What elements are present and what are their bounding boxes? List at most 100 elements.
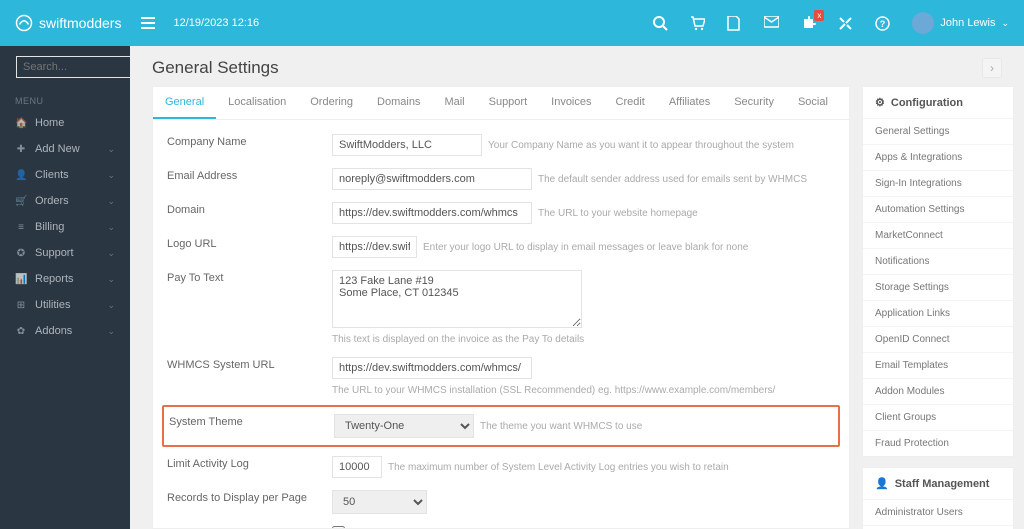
sidebar-item-reports[interactable]: 📊Reports⌄ — [0, 266, 130, 292]
logo-url-input[interactable] — [332, 236, 417, 258]
nav-icon: ⊞ — [15, 300, 27, 311]
email-hint: The default sender address used for emai… — [538, 174, 807, 185]
staff-section: 👤Staff Management Administrator UsersAdm… — [862, 467, 1014, 529]
sidebar-item-utilities[interactable]: ⊞Utilities⌄ — [0, 292, 130, 318]
topbar: swiftmodders 12/19/2023 12:16 x ? John L… — [0, 0, 1024, 46]
config-link-fraud-protection[interactable]: Fraud Protection — [863, 430, 1013, 456]
chevron-down-icon: ⌄ — [107, 170, 115, 181]
staff-link-administrator-users[interactable]: Administrator Users — [863, 499, 1013, 525]
theme-hint: The theme you want WHMCS to use — [480, 421, 642, 432]
user-menu[interactable]: John Lewis ⌄ — [912, 12, 1009, 34]
datetime: 12/19/2023 12:16 — [173, 17, 259, 29]
tab-credit[interactable]: Credit — [604, 87, 657, 119]
tab-other[interactable]: Other — [840, 87, 850, 119]
staff-link-administrator-roles[interactable]: Administrator Roles — [863, 525, 1013, 529]
system-url-label: WHMCS System URL — [167, 357, 332, 396]
config-link-marketconnect[interactable]: MarketConnect — [863, 222, 1013, 248]
config-link-storage-settings[interactable]: Storage Settings — [863, 274, 1013, 300]
svg-text:?: ? — [880, 19, 886, 29]
nav-icon: 🛒 — [15, 196, 27, 207]
sidebar-item-clients[interactable]: 👤Clients⌄ — [0, 162, 130, 188]
config-link-apps-integrations[interactable]: Apps & Integrations — [863, 144, 1013, 170]
activity-log-label: Limit Activity Log — [167, 456, 332, 478]
payto-textarea[interactable] — [332, 270, 582, 328]
sidebar-item-orders[interactable]: 🛒Orders⌄ — [0, 188, 130, 214]
collapse-sidepanel-button[interactable]: › — [982, 58, 1002, 78]
tab-localisation[interactable]: Localisation — [216, 87, 298, 119]
config-link-addon-modules[interactable]: Addon Modules — [863, 378, 1013, 404]
config-link-automation-settings[interactable]: Automation Settings — [863, 196, 1013, 222]
tab-support[interactable]: Support — [477, 87, 540, 119]
maint-mode-text: Check to enable - prevents client area a… — [351, 527, 645, 529]
config-link-client-groups[interactable]: Client Groups — [863, 404, 1013, 430]
search-icon[interactable] — [653, 16, 668, 31]
nav-icon: ≡ — [15, 222, 27, 233]
tab-mail[interactable]: Mail — [432, 87, 476, 119]
maint-mode-label: Maintenance Mode — [167, 526, 332, 528]
config-link-email-templates[interactable]: Email Templates — [863, 352, 1013, 378]
nav-icon: 📊 — [15, 274, 27, 285]
file-icon[interactable] — [727, 16, 742, 31]
configuration-section: ⚙Configuration General SettingsApps & In… — [862, 86, 1014, 457]
config-link-sign-in-integrations[interactable]: Sign-In Integrations — [863, 170, 1013, 196]
user-icon: 👤 — [875, 477, 889, 490]
cart-icon[interactable] — [690, 16, 705, 31]
chevron-down-icon: ⌄ — [107, 248, 115, 259]
menu-toggle[interactable] — [141, 17, 155, 29]
domain-hint: The URL to your website homepage — [538, 208, 698, 219]
nav-icon: ✚ — [15, 144, 27, 155]
company-name-label: Company Name — [167, 134, 332, 156]
brand-icon — [15, 14, 33, 32]
avatar — [912, 12, 934, 34]
chevron-down-icon: ⌄ — [107, 300, 115, 311]
settings-form-panel: GeneralLocalisationOrderingDomainsMailSu… — [152, 86, 850, 529]
config-link-application-links[interactable]: Application Links — [863, 300, 1013, 326]
chevron-down-icon: ⌄ — [107, 222, 115, 233]
tab-ordering[interactable]: Ordering — [298, 87, 365, 119]
tab-general[interactable]: General — [153, 87, 216, 119]
theme-label: System Theme — [169, 414, 334, 438]
payto-label: Pay To Text — [167, 270, 332, 345]
config-link-notifications[interactable]: Notifications — [863, 248, 1013, 274]
tab-social[interactable]: Social — [786, 87, 840, 119]
tab-invoices[interactable]: Invoices — [539, 87, 603, 119]
sidebar-item-support[interactable]: ✪Support⌄ — [0, 240, 130, 266]
maint-mode-checkbox[interactable] — [332, 526, 345, 528]
tab-security[interactable]: Security — [722, 87, 786, 119]
domain-input[interactable] — [332, 202, 532, 224]
activity-log-hint: The maximum number of System Level Activ… — [388, 462, 729, 473]
menu-label: MENU — [0, 88, 130, 110]
system-url-hint: The URL to your WHMCS installation (SSL … — [332, 385, 835, 396]
theme-select[interactable]: Twenty-One — [334, 414, 474, 438]
tab-affiliates[interactable]: Affiliates — [657, 87, 722, 119]
config-link-general-settings[interactable]: General Settings — [863, 118, 1013, 144]
activity-log-input[interactable] — [332, 456, 382, 478]
chevron-down-icon: ⌄ — [107, 274, 115, 285]
tab-domains[interactable]: Domains — [365, 87, 432, 119]
chevron-down-icon: ⌄ — [107, 196, 115, 207]
email-label: Email Address — [167, 168, 332, 190]
logo-url-hint: Enter your logo URL to display in email … — [423, 242, 748, 253]
mail-icon[interactable] — [764, 16, 779, 31]
domain-label: Domain — [167, 202, 332, 224]
sidebar-item-billing[interactable]: ≡Billing⌄ — [0, 214, 130, 240]
brand-logo[interactable]: swiftmodders — [15, 14, 121, 32]
chevron-down-icon: ⌄ — [107, 144, 115, 155]
help-icon[interactable]: ? — [875, 16, 890, 31]
nav-icon: 🏠 — [15, 118, 27, 129]
sidebar-item-home[interactable]: 🏠Home — [0, 110, 130, 136]
config-link-openid-connect[interactable]: OpenID Connect — [863, 326, 1013, 352]
sidebar-item-add-new[interactable]: ✚Add New⌄ — [0, 136, 130, 162]
puzzle-icon[interactable]: x — [801, 16, 816, 31]
nav-icon: ✪ — [15, 248, 27, 259]
logo-url-label: Logo URL — [167, 236, 332, 258]
tools-icon[interactable] — [838, 16, 853, 31]
email-input[interactable] — [332, 168, 532, 190]
company-name-input[interactable] — [332, 134, 482, 156]
system-url-input[interactable] — [332, 357, 532, 379]
nav-icon: ✿ — [15, 326, 27, 337]
records-select[interactable]: 50 — [332, 490, 427, 514]
nav-icon: 👤 — [15, 170, 27, 181]
sidebar-search-input[interactable] — [16, 56, 130, 78]
sidebar-item-addons[interactable]: ✿Addons⌄ — [0, 318, 130, 344]
